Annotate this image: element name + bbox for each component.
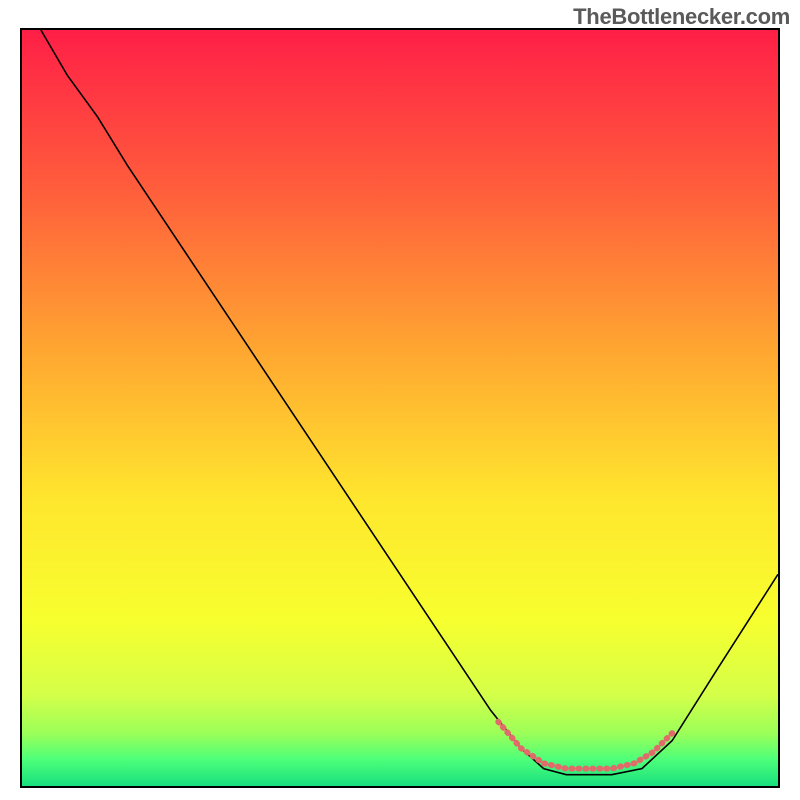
bottleneck-curve: [41, 30, 778, 775]
curve-layer: [22, 30, 778, 786]
optimal-range-marker: [498, 722, 672, 769]
watermark-text: TheBottlenecker.com: [573, 4, 790, 30]
chart-container: TheBottlenecker.com: [0, 0, 800, 800]
plot-area: [20, 28, 780, 788]
